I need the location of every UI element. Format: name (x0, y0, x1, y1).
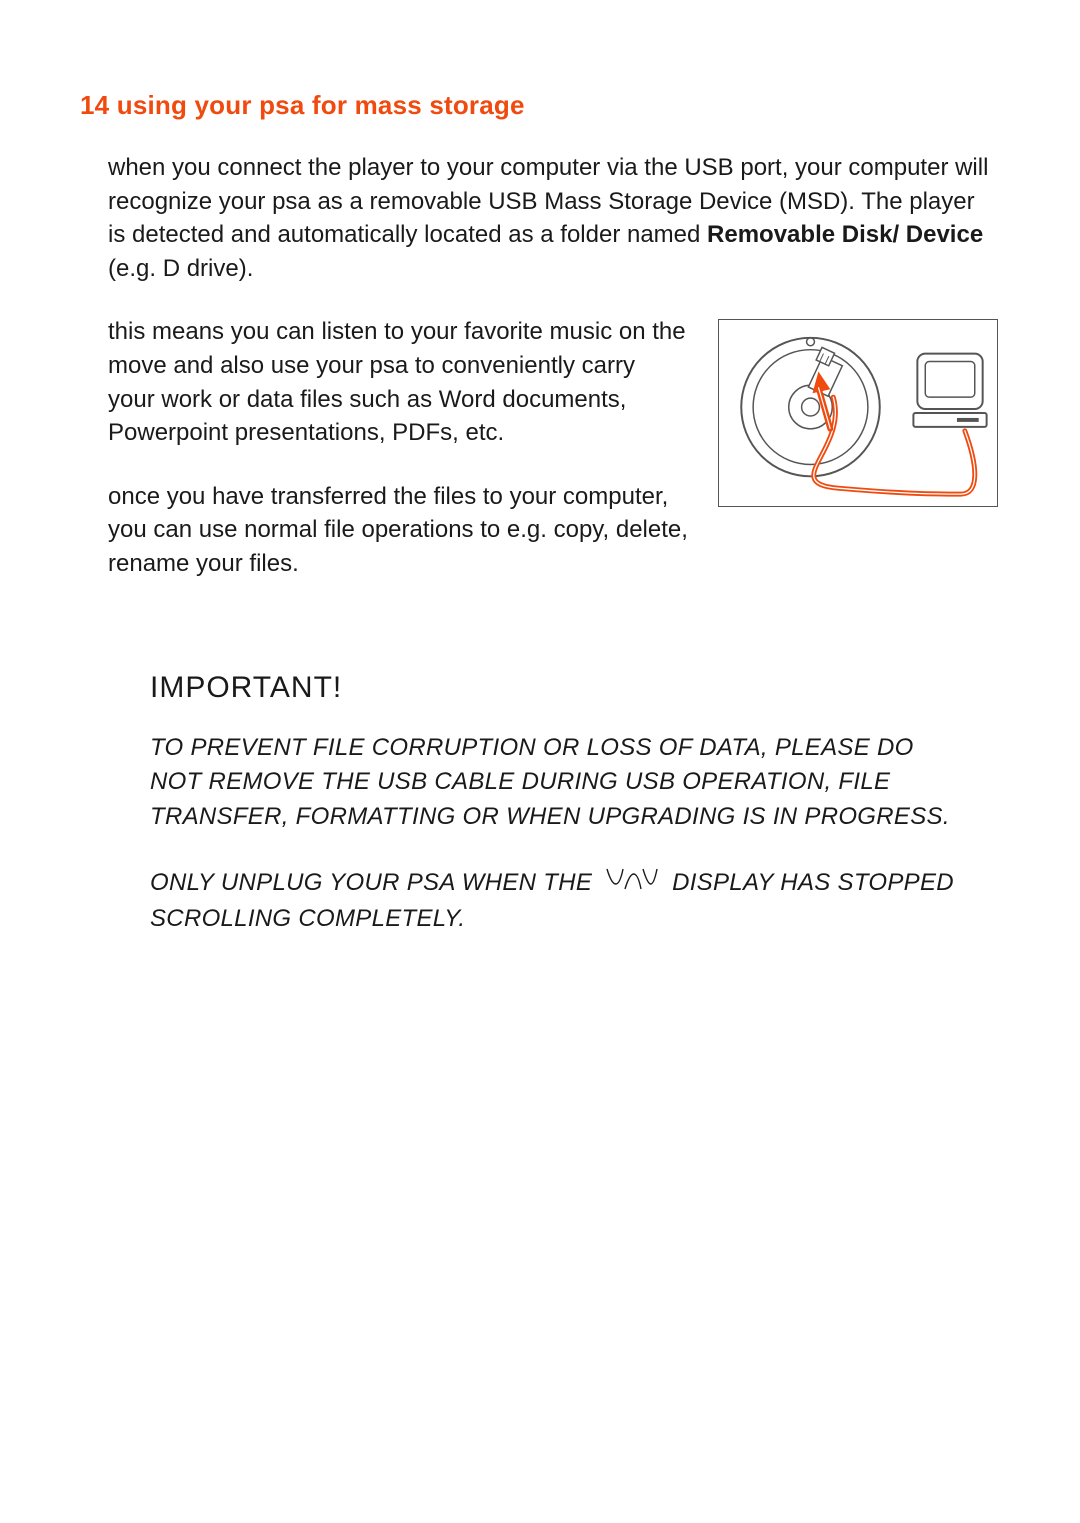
usb-illustration-svg (719, 320, 997, 506)
column-text: this means you can listen to your favori… (108, 315, 688, 610)
p1-bold: Removable Disk/ Device (707, 221, 983, 248)
monitor-icon (913, 354, 986, 427)
important-paragraph-2: ONLY UNPLUG YOUR PSA WHEN THE DISPLAY HA… (150, 865, 970, 937)
wave-icon (605, 865, 659, 902)
section-heading: 14 using your psa for mass storage (80, 90, 1000, 121)
paragraph-2: this means you can listen to your favori… (108, 315, 688, 449)
usb-cable-icon (814, 398, 975, 495)
body-text: when you connect the player to your comp… (108, 151, 998, 611)
disc-icon (741, 338, 880, 477)
manual-page: 14 using your psa for mass storage when … (0, 0, 1080, 1523)
important-title: IMPORTANT! (150, 671, 970, 705)
p1-after: (e.g. D drive). (108, 255, 253, 282)
column-figure (718, 319, 998, 507)
section-title: using your psa for mass storage (117, 90, 525, 120)
usb-to-computer-illustration (718, 319, 998, 507)
important-paragraph-1: TO PREVENT FILE CORRUPTION OR LOSS OF DA… (150, 731, 970, 835)
paragraph-1: when you connect the player to your comp… (108, 151, 998, 285)
paragraph-3: once you have transferred the files to y… (108, 480, 688, 581)
important-block: IMPORTANT! TO PREVENT FILE CORRUPTION OR… (150, 671, 970, 937)
important-p2-before: ONLY UNPLUG YOUR PSA WHEN THE (150, 869, 599, 896)
two-column-row: this means you can listen to your favori… (108, 315, 998, 610)
section-number: 14 (80, 90, 109, 120)
